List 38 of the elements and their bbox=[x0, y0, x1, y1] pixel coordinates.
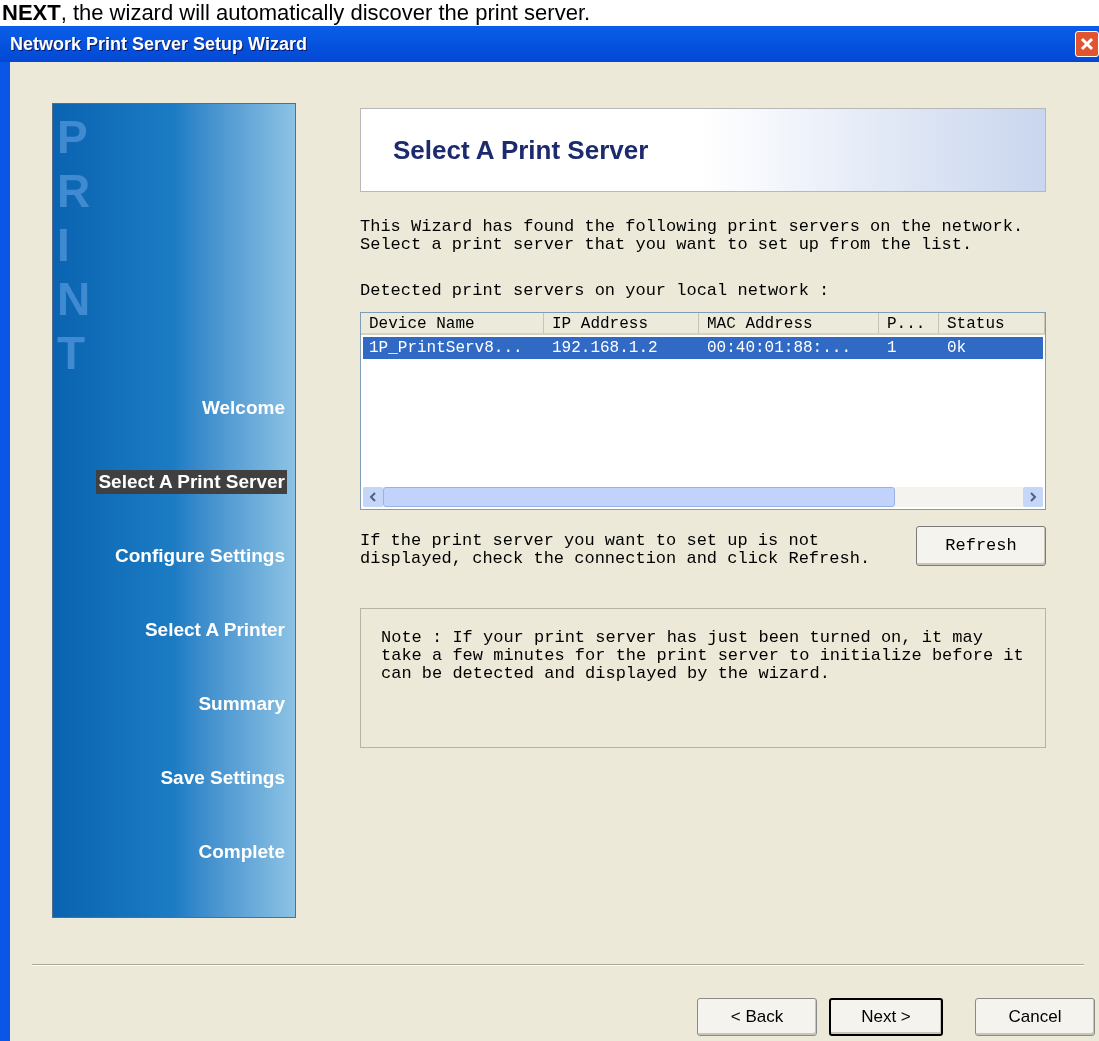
note-text: Note : If your print server has just been turned on, it may take a few minutes for the print server to initialize before it can be detected and displayed by the wizard. bbox=[381, 629, 1025, 683]
wizard-step: Welcome bbox=[199, 396, 287, 420]
chevron-left-icon bbox=[369, 492, 377, 502]
intro-text: Select a print server that you want to set up from the list. bbox=[360, 236, 974, 254]
wizard-step: Complete bbox=[196, 840, 287, 864]
server-row[interactable]: 1P_PrintServ8... 192.168.1.2 00:40:01:88:... 1 0k bbox=[363, 337, 1043, 359]
refresh-hint: If the print server you want to set up is not displayed, check the connection and click Refresh. bbox=[360, 532, 872, 568]
wizard-step: Select A Printer bbox=[142, 618, 287, 642]
scroll-right-button[interactable] bbox=[1023, 487, 1043, 507]
wizard-step: Configure Settings bbox=[113, 544, 287, 568]
refresh-button[interactable]: Refresh bbox=[916, 526, 1046, 566]
window-title: Network Print Server Setup Wizard bbox=[10, 32, 307, 56]
wizard-step: Save Settings bbox=[158, 766, 287, 790]
wizard-step: Summary bbox=[196, 692, 287, 716]
intro-text: This Wizard has found the following print servers on the network. bbox=[360, 218, 1025, 236]
list-label: Detected print servers on your local network : bbox=[360, 282, 831, 300]
chevron-right-icon bbox=[1029, 492, 1037, 502]
column-header[interactable]: Device Name bbox=[361, 313, 544, 333]
horizontal-scrollbar[interactable] bbox=[363, 487, 1043, 507]
scroll-left-button[interactable] bbox=[363, 487, 383, 507]
close-button[interactable] bbox=[1075, 31, 1099, 57]
column-header[interactable]: Status bbox=[939, 313, 1045, 333]
column-header[interactable]: MAC Address bbox=[699, 313, 879, 333]
wizard-button[interactable]: < Back bbox=[697, 998, 817, 1036]
wizard-button[interactable]: Next > bbox=[829, 998, 943, 1036]
table-cell-text: 1P_PrintServ8... bbox=[368, 338, 524, 359]
wizard-step: Select A Print Server bbox=[96, 470, 287, 494]
caption: NEXT, the wizard will automatically discover the print server. bbox=[1, 0, 592, 26]
page-title: Select A Print Server bbox=[393, 133, 649, 167]
column-header[interactable]: IP Address bbox=[544, 313, 699, 333]
close-icon bbox=[1080, 37, 1094, 51]
scrollbar-thumb[interactable] bbox=[383, 487, 895, 507]
table-cell-text: 0k bbox=[946, 338, 968, 359]
table-cell-text: 00:40:01:88:... bbox=[706, 338, 853, 359]
wizard-button[interactable]: Cancel bbox=[975, 998, 1095, 1036]
table-cell-text: 1 bbox=[886, 338, 898, 359]
table-cell-text: 192.168.1.2 bbox=[551, 338, 659, 359]
column-header[interactable]: P... bbox=[879, 313, 939, 333]
